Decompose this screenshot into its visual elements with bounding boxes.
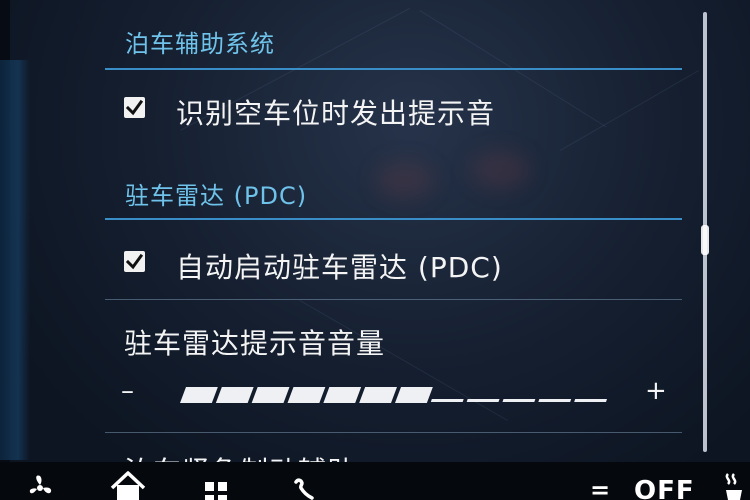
volume-decrease-button[interactable]: – [121, 376, 134, 406]
volume-segment-filled [287, 387, 326, 403]
climate-off-button[interactable]: OFF [634, 476, 695, 500]
left-accent-glow [0, 60, 30, 460]
volume-segment-empty [430, 399, 464, 402]
volume-slider[interactable] [180, 386, 610, 404]
section-divider [105, 218, 682, 220]
row-divider [105, 432, 682, 433]
volume-segment-empty [502, 399, 536, 402]
volume-segment-filled [251, 387, 290, 403]
section-header-parking-assist: 泊车辅助系统 [125, 30, 275, 58]
check-icon [125, 99, 144, 116]
equalizer-label[interactable]: = [590, 476, 610, 500]
volume-segment-filled [180, 387, 218, 403]
section-header-pdc: 驻车雷达 (PDC) [125, 182, 308, 210]
seat-heat-icon[interactable] [718, 468, 750, 500]
check-icon [125, 253, 144, 270]
volume-segment-filled [395, 387, 433, 403]
bg-glow [470, 150, 530, 190]
volume-increase-button[interactable]: + [645, 376, 667, 406]
section-divider [105, 68, 682, 70]
home-icon[interactable] [108, 468, 148, 500]
bg-glow [375, 160, 435, 200]
volume-label: 驻车雷达提示音音量 [124, 327, 386, 360]
volume-segment-filled [215, 387, 254, 403]
checkbox-auto-pdc[interactable] [124, 251, 145, 272]
volume-segment-empty [574, 399, 607, 402]
scrollbar-thumb[interactable] [701, 225, 709, 255]
checkbox-empty-spot-sound[interactable] [124, 97, 145, 118]
settings-screen: 泊车辅助系统 识别空车位时发出提示音 驻车雷达 (PDC) 自动启动驻车雷达 (… [0, 0, 750, 500]
phone-icon[interactable] [288, 468, 324, 500]
volume-segment-filled [323, 387, 362, 403]
volume-segment-empty [538, 399, 572, 402]
setting-label: 自动启动驻车雷达 (PDC) [176, 251, 503, 284]
volume-segment-filled [359, 387, 397, 403]
grid-icon[interactable] [203, 468, 231, 500]
setting-label: 识别空车位时发出提示音 [176, 97, 496, 130]
volume-segment-empty [466, 399, 500, 402]
fan-icon[interactable] [22, 468, 58, 500]
row-divider [105, 299, 682, 300]
